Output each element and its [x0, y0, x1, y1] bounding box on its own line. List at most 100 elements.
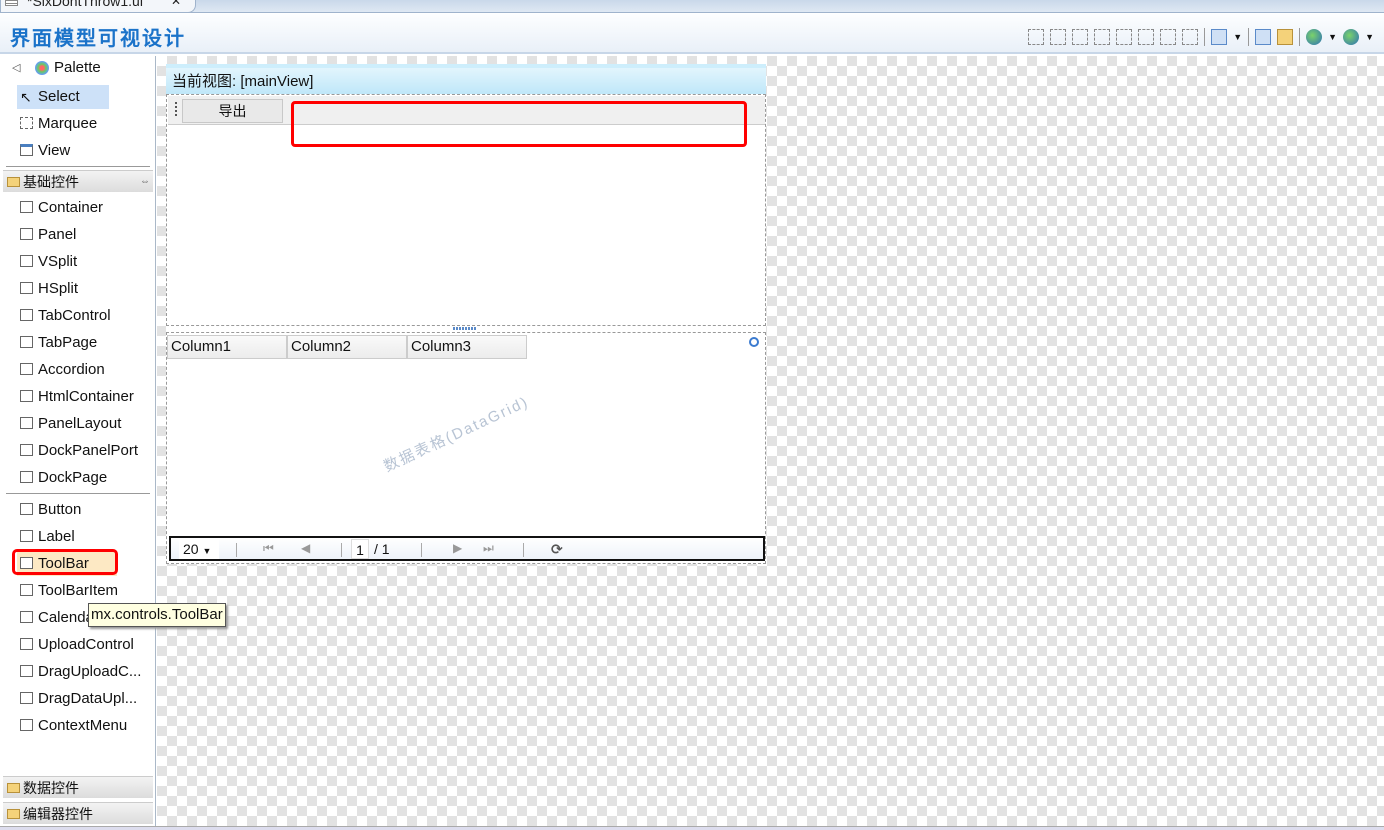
- page-size-value: 20: [183, 541, 199, 557]
- item-label: Label: [38, 528, 75, 545]
- palette-item-contextmenu[interactable]: ContextMenu: [17, 714, 127, 738]
- item-label: DockPanelPort: [38, 442, 139, 459]
- align-right-icon[interactable]: [1072, 29, 1089, 45]
- align-center-icon[interactable]: [1050, 29, 1067, 45]
- group-basic[interactable]: 基础控件 ⇔: [3, 170, 153, 192]
- chevron-down-icon: ▼: [202, 546, 212, 556]
- palette-item-container[interactable]: Container: [17, 196, 103, 220]
- top-panel[interactable]: 导出: [166, 94, 766, 326]
- pager: 20 ▼ ⏮ ◀ 1 / 1 ▶ ⏭ ⟳: [169, 536, 765, 561]
- chevron-down-icon[interactable]: ▼: [1365, 32, 1374, 42]
- palette-item-calendar[interactable]: Calendar: [17, 606, 99, 630]
- next-page-icon[interactable]: ▶: [453, 541, 462, 555]
- component-icon: [20, 530, 33, 542]
- chevron-down-icon[interactable]: ▼: [1233, 32, 1242, 42]
- view-icon: [20, 144, 33, 156]
- palette-item-vsplit[interactable]: VSplit: [17, 250, 77, 274]
- palette-item-button[interactable]: Button: [17, 498, 81, 522]
- separator: [523, 543, 524, 557]
- palette-item-panel[interactable]: Panel: [17, 223, 76, 247]
- designer-header: 界面模型可视设计 ▼ ▼ ▼: [0, 14, 1384, 54]
- editor-tab[interactable]: *SixDontThrow1.ui ✕: [0, 0, 196, 13]
- column-header[interactable]: Column1: [167, 335, 287, 359]
- page-total: / 1: [374, 541, 390, 557]
- refresh-icon[interactable]: ⟳: [551, 541, 563, 558]
- folder-icon: [7, 783, 20, 793]
- item-label: Select: [38, 88, 80, 105]
- palette-item-accordion[interactable]: Accordion: [17, 358, 105, 382]
- palette-item-tabpage[interactable]: TabPage: [17, 331, 97, 355]
- same-width-icon[interactable]: [1160, 29, 1177, 45]
- search-icon[interactable]: [749, 337, 759, 347]
- grip-icon[interactable]: [175, 102, 177, 118]
- column-header[interactable]: Column3: [407, 335, 527, 359]
- export-button[interactable]: 导出: [182, 99, 283, 123]
- component-icon: [20, 471, 33, 483]
- marquee-icon: [20, 117, 33, 129]
- component-icon: [20, 363, 33, 375]
- component-icon: [20, 611, 33, 623]
- item-label: View: [38, 142, 71, 159]
- group-data[interactable]: 数据控件: [3, 776, 153, 798]
- group-editor[interactable]: 编辑器控件: [3, 802, 153, 824]
- palette-header[interactable]: ◁ Palette: [0, 56, 155, 83]
- close-icon[interactable]: ✕: [171, 0, 181, 8]
- palette-item-htmlcontainer[interactable]: HtmlContainer: [17, 385, 134, 409]
- tool-view[interactable]: View: [17, 139, 70, 163]
- palette-item-draguploadc[interactable]: DragUploadC...: [17, 660, 141, 684]
- divider: [6, 166, 150, 167]
- paste-icon[interactable]: [1277, 29, 1294, 45]
- align-left-icon[interactable]: [1028, 29, 1045, 45]
- data-grid[interactable]: Column1 Column2 Column3 数据表格(DataGrid) 2…: [166, 332, 766, 564]
- page-input[interactable]: 1: [351, 539, 369, 559]
- palette-item-toolbaritem[interactable]: ToolBarItem: [17, 579, 118, 603]
- component-icon: [20, 336, 33, 348]
- item-label: Marquee: [38, 115, 98, 132]
- collapse-icon[interactable]: ◁: [12, 56, 20, 80]
- component-icon: [20, 228, 33, 240]
- file-icon: [5, 0, 18, 6]
- main-view[interactable]: 当前视图: [mainView] 导出 Column1 Column2 Colu…: [166, 64, 766, 564]
- component-icon: [20, 444, 33, 456]
- component-icon: [20, 665, 33, 677]
- item-label: VSplit: [38, 253, 78, 270]
- grid-watermark: 数据表格(DataGrid): [381, 393, 532, 476]
- column-header[interactable]: Column2: [287, 335, 407, 359]
- tool-select[interactable]: ↖ Select: [17, 85, 109, 109]
- tool-marquee[interactable]: Marquee: [17, 112, 97, 136]
- palette-item-label[interactable]: Label: [17, 525, 75, 549]
- layers-icon[interactable]: [1211, 29, 1228, 45]
- palette-item-hsplit[interactable]: HSplit: [17, 277, 78, 301]
- view-header: 当前视图: [mainView]: [166, 64, 766, 94]
- palette-item-dockpanelport[interactable]: DockPanelPort: [17, 439, 138, 463]
- globe-icon[interactable]: [1306, 29, 1323, 45]
- first-page-icon[interactable]: ⏮: [263, 541, 274, 556]
- chevron-down-icon[interactable]: ▼: [1328, 32, 1337, 42]
- align-middle-icon[interactable]: [1116, 29, 1133, 45]
- palette-item-tabcontrol[interactable]: TabControl: [17, 304, 111, 328]
- palette-item-dockpage[interactable]: DockPage: [17, 466, 107, 490]
- item-label: TabControl: [38, 307, 111, 324]
- last-page-icon[interactable]: ⏭: [483, 541, 494, 556]
- page-size-select[interactable]: 20 ▼: [179, 540, 219, 559]
- palette-item-dragdataupl[interactable]: DragDataUpl...: [17, 687, 137, 711]
- palette-item-panellayout[interactable]: PanelLayout: [17, 412, 121, 436]
- folder-icon: [7, 809, 20, 819]
- same-height-icon[interactable]: [1182, 29, 1199, 45]
- highlight-box: [291, 101, 747, 147]
- copy-icon[interactable]: [1255, 29, 1272, 45]
- splitter-handle[interactable]: [453, 327, 477, 330]
- component-icon: [20, 503, 33, 515]
- item-label: DragDataUpl...: [38, 690, 138, 707]
- item-label: Button: [38, 501, 82, 518]
- align-top-icon[interactable]: [1094, 29, 1111, 45]
- separator: [236, 543, 237, 557]
- globe2-icon[interactable]: [1343, 29, 1360, 45]
- separator: [1248, 28, 1250, 46]
- expand-icon[interactable]: ⇔: [140, 171, 150, 193]
- palette-item-uploadcontrol[interactable]: UploadControl: [17, 633, 134, 657]
- align-bottom-icon[interactable]: [1138, 29, 1155, 45]
- tab-title: *SixDontThrow1.ui: [27, 0, 143, 9]
- prev-page-icon[interactable]: ◀: [301, 541, 310, 555]
- component-icon: [20, 417, 33, 429]
